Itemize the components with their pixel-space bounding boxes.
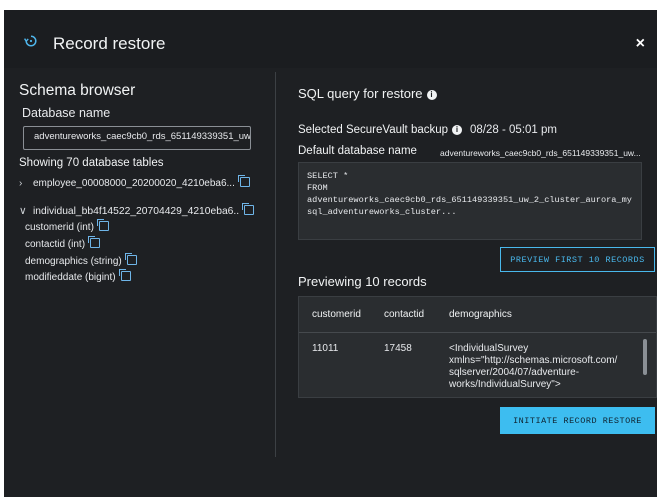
panel-divider bbox=[275, 72, 276, 457]
column-label: demographics (string) bbox=[25, 256, 122, 267]
tables-count-label: Showing 70 database tables bbox=[19, 157, 164, 169]
initiate-restore-button[interactable]: INITIATE RECORD RESTORE bbox=[500, 407, 655, 434]
preview-table: customerid contactid demographics 11011 … bbox=[298, 296, 657, 398]
schema-browser-title: Schema browser bbox=[19, 82, 136, 99]
sql-query-title: SQL query for restore i bbox=[298, 86, 437, 101]
chevron-right-icon[interactable]: › bbox=[19, 178, 33, 189]
dialog-header: Record restore × bbox=[4, 10, 657, 68]
tree-column-customerid: customerid (int) bbox=[25, 219, 109, 233]
column-header-customerid: customerid bbox=[312, 309, 361, 320]
column-label: contactid (int) bbox=[25, 239, 86, 250]
tree-item-label: individual_bb4f14522_20704429_4210eba6.. bbox=[33, 206, 240, 217]
chevron-down-icon[interactable]: ∨ bbox=[19, 205, 33, 217]
info-icon[interactable]: i bbox=[426, 90, 437, 100]
database-name-field[interactable]: adventureworks_caec9cb0_rds_651149339351… bbox=[23, 126, 251, 150]
column-label: modifieddate (bigint) bbox=[25, 272, 116, 282]
copy-icon[interactable] bbox=[118, 269, 131, 281]
outer-frame-top bbox=[0, 0, 660, 10]
tree-item-label: employee_00008000_20200020_4210eba6... bbox=[33, 178, 235, 189]
tree-item-individual[interactable]: ∨ individual_bb4f14522_20704429_4210eba6.… bbox=[19, 203, 255, 217]
selected-backup-row: Selected SecureVault backup i 08/28 - 05:0… bbox=[298, 124, 557, 136]
tree-column-contactid: contactid (int) bbox=[25, 236, 101, 250]
cell-contactid: 17458 bbox=[384, 343, 412, 354]
tree-column-modifieddate: modifieddate (bigint) bbox=[25, 269, 131, 282]
preview-title: Previewing 10 records bbox=[298, 274, 427, 289]
header-divider bbox=[299, 332, 656, 333]
copy-icon[interactable] bbox=[124, 253, 137, 265]
column-header-demographics: demographics bbox=[449, 309, 512, 320]
table-scrollbar[interactable] bbox=[643, 339, 647, 375]
database-name-label: Database name bbox=[22, 106, 111, 120]
info-icon[interactable]: i bbox=[452, 125, 463, 135]
column-label: customerid (int) bbox=[25, 222, 94, 233]
selected-backup-label: Selected SecureVault backup bbox=[298, 124, 449, 136]
selected-backup-value: 08/28 - 05:01 pm bbox=[470, 124, 557, 136]
copy-icon[interactable] bbox=[88, 236, 101, 248]
dialog-title: Record restore bbox=[53, 34, 166, 53]
sql-query-box[interactable]: SELECT * FROM adventureworks_caec9cb0_rd… bbox=[298, 162, 642, 240]
sql-query-text: SELECT * FROM adventureworks_caec9cb0_rd… bbox=[307, 171, 632, 217]
cell-demographics: <IndividualSurvey xmlns="http://schemas.… bbox=[449, 343, 618, 390]
schema-tree: › employee_00008000_20200020_4210eba6... … bbox=[19, 172, 264, 282]
tree-column-demographics: demographics (string) bbox=[25, 253, 137, 267]
close-icon[interactable]: × bbox=[636, 35, 645, 53]
tree-item-employee[interactable]: › employee_00008000_20200020_4210eba6... bbox=[19, 175, 250, 189]
cell-customerid: 11011 bbox=[312, 343, 339, 354]
column-header-contactid: contactid bbox=[384, 309, 425, 320]
copy-icon[interactable] bbox=[242, 203, 255, 215]
sql-query-title-text: SQL query for restore bbox=[298, 86, 423, 101]
default-database-value: adventureworks_caec9cb0_rds_651149339351… bbox=[440, 148, 641, 158]
record-restore-dialog: Record restore × Schema browser Database… bbox=[4, 10, 657, 497]
default-database-label: Default database name bbox=[298, 145, 417, 157]
copy-icon[interactable] bbox=[237, 175, 250, 187]
copy-icon[interactable] bbox=[96, 219, 109, 231]
restore-history-icon bbox=[24, 35, 37, 47]
database-name-value: adventureworks_caec9cb0_rds_651149339351… bbox=[34, 131, 251, 142]
preview-records-button[interactable]: PREVIEW FIRST 10 RECORDS bbox=[500, 247, 655, 272]
